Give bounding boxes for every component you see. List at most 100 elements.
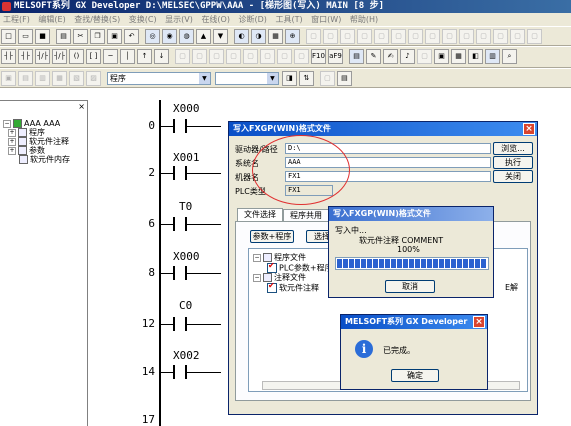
menu-online[interactable]: 在线(O) [201,15,230,24]
tree-root[interactable]: − AAA AAA [3,119,60,128]
checkbox[interactable] [267,281,277,293]
file-tree-truncated-text: E解 [505,283,519,292]
entry-monitor-icon[interactable]: ▥ [485,49,500,64]
expand-icon[interactable]: + [8,146,16,155]
save-icon[interactable]: ■ [35,29,50,44]
rung-line [161,173,221,174]
rung-line [161,126,221,127]
expand-icon[interactable]: + [8,128,16,137]
write-icon[interactable]: ▼ [213,29,228,44]
find-next-icon[interactable]: ◉ [162,29,177,44]
step-number: 8 [148,266,155,279]
contact-symbol[interactable] [173,119,187,133]
disabled-tool-13-icon: ▢ [510,29,525,44]
contact-symbol[interactable] [173,266,187,280]
print-icon[interactable]: ▤ [56,29,71,44]
tab-file-select[interactable]: 文件选择 [237,208,283,221]
progress-segment [409,259,414,268]
disabled-tool-9-icon: ▢ [442,29,457,44]
menu-find-replace[interactable]: 查找/替换(S) [74,15,120,24]
parallel-no-contact-icon[interactable]: ┤├ [18,49,33,64]
falling-edge-icon[interactable]: ↓ [154,49,169,64]
browse-button[interactable]: 浏览... [493,142,533,155]
copy-icon[interactable]: ❐ [90,29,105,44]
monitor-stop-icon[interactable]: ◑ [251,29,266,44]
program-folder-icon [18,128,27,137]
statement-icon[interactable]: ✍ [383,49,398,64]
instruction-icon[interactable]: [ ] [86,49,101,64]
disabled-tool-11-icon: ▢ [476,29,491,44]
progress-segment [385,259,390,268]
menu-view[interactable]: 显示(V) [165,15,193,24]
file-tree-program-files[interactable]: − 程序文件 [253,253,306,262]
menu-tools[interactable]: 工具(T) [275,15,302,24]
nc-contact-icon[interactable]: ┤/├ [35,49,50,64]
menu-convert[interactable]: 变换(C) [129,15,157,24]
contact-symbol[interactable] [173,166,187,180]
find-icon[interactable]: ◎ [145,29,160,44]
no-contact-icon[interactable]: ┤├ [1,49,16,64]
parallel-nc-contact-icon[interactable]: ┤/├ [52,49,67,64]
zoom-icon[interactable]: ⊕ [285,29,300,44]
comment-icon[interactable]: ✎ [366,49,381,64]
file-tree-device-comment[interactable]: 软元件注释 [267,281,319,293]
horizontal-line-icon[interactable]: ─ [103,49,118,64]
search-icon[interactable]: ⌕ [502,49,517,64]
window-title-bar: MELSOFT系列 GX Developer D:\MELSEC\GPPW\AA… [0,0,571,13]
tree-item-device-comment[interactable]: + 软元件注释 [8,137,69,146]
tree-item-program[interactable]: + 程序 [8,128,45,137]
cut-icon[interactable]: ✂ [73,29,88,44]
file-tree-plc-param-program[interactable]: PLC参数+程序 [267,261,333,273]
close-icon[interactable]: × [473,316,485,328]
af9-delete-line-icon[interactable]: aF9 [328,49,343,64]
disabled-tool-10-icon: ▢ [459,29,474,44]
param-program-button[interactable]: 参数+程序 [250,230,294,243]
read-icon[interactable]: ▲ [196,29,211,44]
sub-select[interactable]: ▼ [214,72,279,85]
contact-symbol[interactable] [173,365,187,379]
note-icon[interactable]: ♪ [400,49,415,64]
open-folder-icon[interactable]: ▭ [18,29,33,44]
checkbox[interactable] [267,261,277,273]
file-tree-comment-files[interactable]: − 注释文件 [253,273,306,282]
device-batch-icon[interactable]: ◧ [468,49,483,64]
menu-diagnostics[interactable]: 诊断(D) [239,15,267,24]
tree-close-icon[interactable]: × [78,102,85,111]
list-view-icon: ▥ [35,71,50,86]
expand-icon[interactable]: + [8,137,16,146]
coil-icon[interactable]: () [69,49,84,64]
undo-icon[interactable]: ↶ [124,29,139,44]
contact-symbol[interactable] [173,217,187,231]
tree-item-parameter[interactable]: + 参数 [8,146,45,155]
new-file-icon[interactable]: □ [1,29,16,44]
execute-button[interactable]: 执行 [493,156,533,169]
cancel-button[interactable]: 取消 [385,280,435,293]
rung-line [161,224,221,225]
program-tree-icon[interactable]: ⇅ [298,71,314,86]
paste-icon[interactable]: ▣ [107,29,122,44]
disabled-tool-7-icon: ▢ [408,29,423,44]
find-device-icon[interactable]: ◍ [179,29,194,44]
plc-diagnosis-icon[interactable]: ▦ [268,29,283,44]
open-program-icon[interactable]: ◨ [281,71,297,86]
rising-edge-icon[interactable]: ↑ [137,49,152,64]
cross-ref-icon[interactable]: ▦ [451,49,466,64]
menu-help[interactable]: 帮助(H) [350,15,378,24]
program-select[interactable]: 程序 ▼ [106,72,211,85]
ok-button[interactable]: 确定 [391,369,439,382]
contact-symbol[interactable] [173,317,187,331]
menu-window[interactable]: 窗口(W) [311,15,341,24]
menu-edit[interactable]: 编辑(E) [38,15,65,24]
rung-line [161,372,221,373]
close-icon[interactable]: × [523,123,535,135]
device-list-icon[interactable]: ▤ [349,49,364,64]
menu-project[interactable]: 工程(F) [3,15,30,24]
display-icon[interactable]: ▣ [434,49,449,64]
collapse-icon[interactable]: − [3,119,11,128]
program-list-icon[interactable]: ▤ [336,71,352,86]
close-button[interactable]: 关闭 [493,170,533,183]
monitor-icon[interactable]: ◐ [234,29,249,44]
tree-item-device-memory[interactable]: 软元件内存 [19,155,70,164]
f10-line-icon[interactable]: F10 [311,49,326,64]
vertical-line-icon[interactable]: │ [120,49,135,64]
